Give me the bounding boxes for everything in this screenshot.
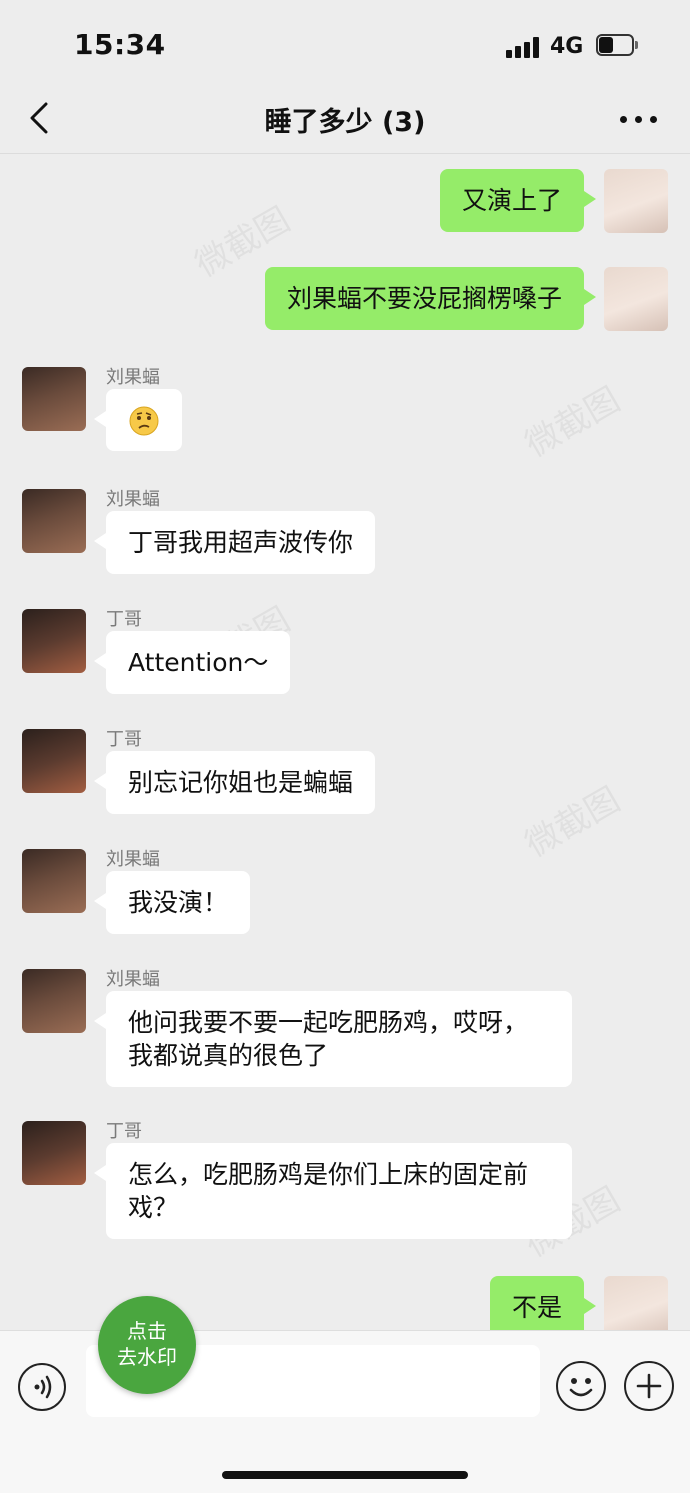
incoming-message-bubble[interactable]: 他问我要不要一起吃肥肠鸡，哎呀，我都说真的很色了 — [94, 991, 572, 1087]
incoming-message-bubble[interactable]: 丁哥我用超声波传你 — [93, 511, 376, 574]
home-indicator[interactable] — [222, 1471, 468, 1479]
status-bar: 15:34 4G — [0, 0, 690, 88]
watermark-text: 微截图 — [518, 379, 627, 466]
chat-title: 睡了多少 (3) — [264, 107, 426, 138]
signal-strength-icon — [506, 36, 542, 58]
sender-avatar[interactable] — [22, 367, 86, 431]
sender-name: 丁哥 — [106, 729, 142, 750]
outgoing-message-bubble[interactable]: 不是 — [489, 1276, 597, 1330]
incoming-message-bubble[interactable]: 我没演！ — [93, 871, 251, 934]
sender-avatar[interactable] — [22, 489, 86, 553]
incoming-message-bubble[interactable]: 怎么，吃肥肠鸡是你们上床的固定前戏？ — [94, 1143, 572, 1239]
confused-face-emoji-icon — [129, 406, 159, 436]
remove-watermark-button[interactable]: 点击 去水印 — [98, 1296, 196, 1394]
more-functions-button[interactable] — [624, 1361, 674, 1411]
sender-avatar[interactable] — [22, 609, 86, 673]
sender-avatar[interactable] — [22, 849, 86, 913]
sender-avatar[interactable] — [22, 729, 86, 793]
message-list[interactable]: 微截图 微截图 微截图 微截图 微截图 微截图 又演上了 刘果蝠不要没屁搁楞嗓子… — [0, 155, 690, 1330]
incoming-message-bubble[interactable]: 别忘记你姐也是蝙蝠 — [93, 751, 376, 814]
self-avatar[interactable] — [604, 1276, 668, 1330]
battery-icon — [596, 34, 638, 56]
voice-input-button[interactable] — [18, 1363, 66, 1411]
chat-header: 睡了多少 (3) — [0, 88, 690, 154]
incoming-message-bubble[interactable] — [94, 389, 182, 451]
network-type: 4G — [550, 34, 584, 59]
self-avatar[interactable] — [604, 169, 668, 233]
sender-name: 丁哥 — [106, 1121, 142, 1142]
self-avatar[interactable] — [604, 267, 668, 331]
emoji-button[interactable] — [556, 1361, 606, 1411]
sender-name: 刘果蝠 — [106, 489, 160, 510]
status-time: 15:34 — [74, 28, 166, 61]
plus-icon — [636, 1373, 662, 1399]
watermark-text: 微截图 — [518, 779, 627, 866]
remove-watermark-label-line1: 点击 — [127, 1319, 167, 1343]
sender-name: 丁哥 — [106, 609, 142, 630]
sender-name: 刘果蝠 — [106, 849, 160, 870]
sender-name: 刘果蝠 — [106, 367, 160, 388]
voice-wave-icon — [34, 1375, 52, 1399]
incoming-message-bubble[interactable]: Attention～ — [93, 631, 291, 694]
smiley-icon — [569, 1378, 593, 1397]
outgoing-message-bubble[interactable]: 刘果蝠不要没屁搁楞嗓子 — [264, 267, 597, 330]
sender-avatar[interactable] — [22, 969, 86, 1033]
more-options-button[interactable] — [620, 98, 660, 138]
sender-name: 刘果蝠 — [106, 969, 160, 990]
remove-watermark-label-line2: 去水印 — [117, 1345, 177, 1369]
outgoing-message-bubble[interactable]: 又演上了 — [439, 169, 597, 232]
sender-avatar[interactable] — [22, 1121, 86, 1185]
